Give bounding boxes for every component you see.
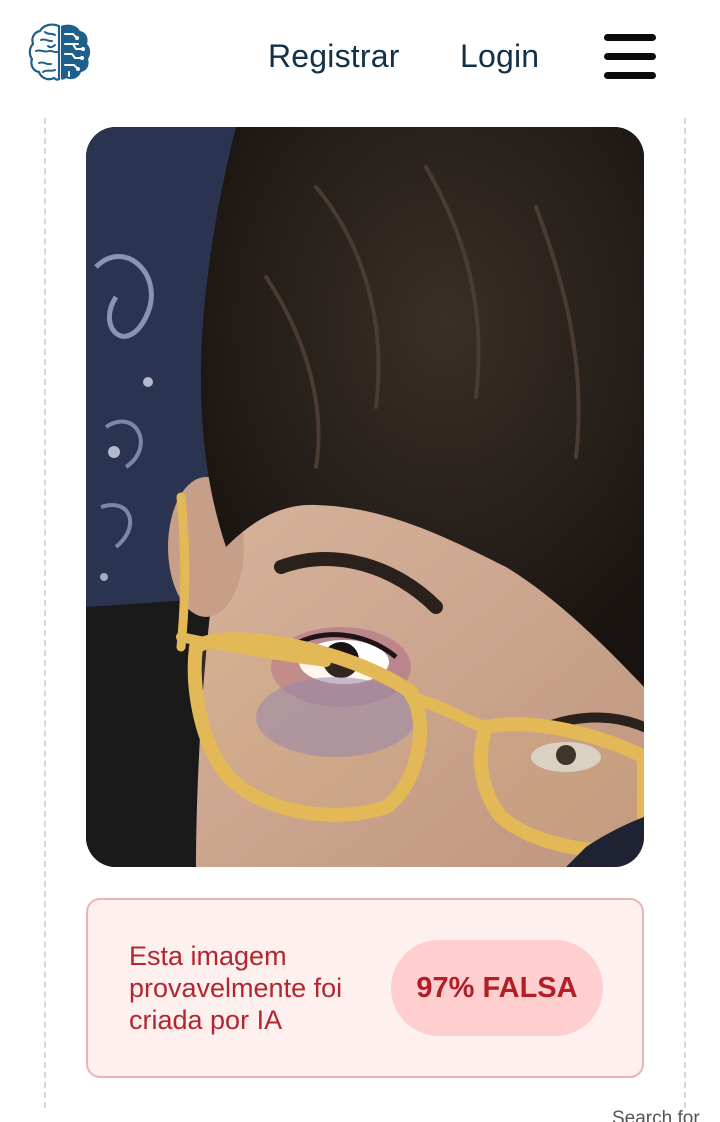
uploaded-photo <box>86 127 644 867</box>
login-link[interactable]: Login <box>460 36 539 76</box>
menu-bar <box>604 53 656 60</box>
hamburger-menu-icon[interactable] <box>602 32 658 82</box>
dashed-guide-right <box>684 118 686 1108</box>
dashed-guide-left <box>44 118 46 1108</box>
brain-logo-icon[interactable] <box>28 20 92 84</box>
menu-bar <box>604 72 656 79</box>
page: Registrar Login Esta imagem provavelment… <box>0 0 720 1122</box>
menu-bar <box>604 34 656 41</box>
verdict-badge: 97% FALSA <box>391 940 603 1036</box>
register-link[interactable]: Registrar <box>268 36 400 76</box>
result-message: Esta imagem provavelmente foi criada por… <box>129 941 343 1035</box>
top-nav-bar: Registrar Login <box>0 0 720 118</box>
search-prompt[interactable]: Search for <box>612 1108 700 1122</box>
ai-detection-result: Esta imagem provavelmente foi criada por… <box>86 898 644 1078</box>
